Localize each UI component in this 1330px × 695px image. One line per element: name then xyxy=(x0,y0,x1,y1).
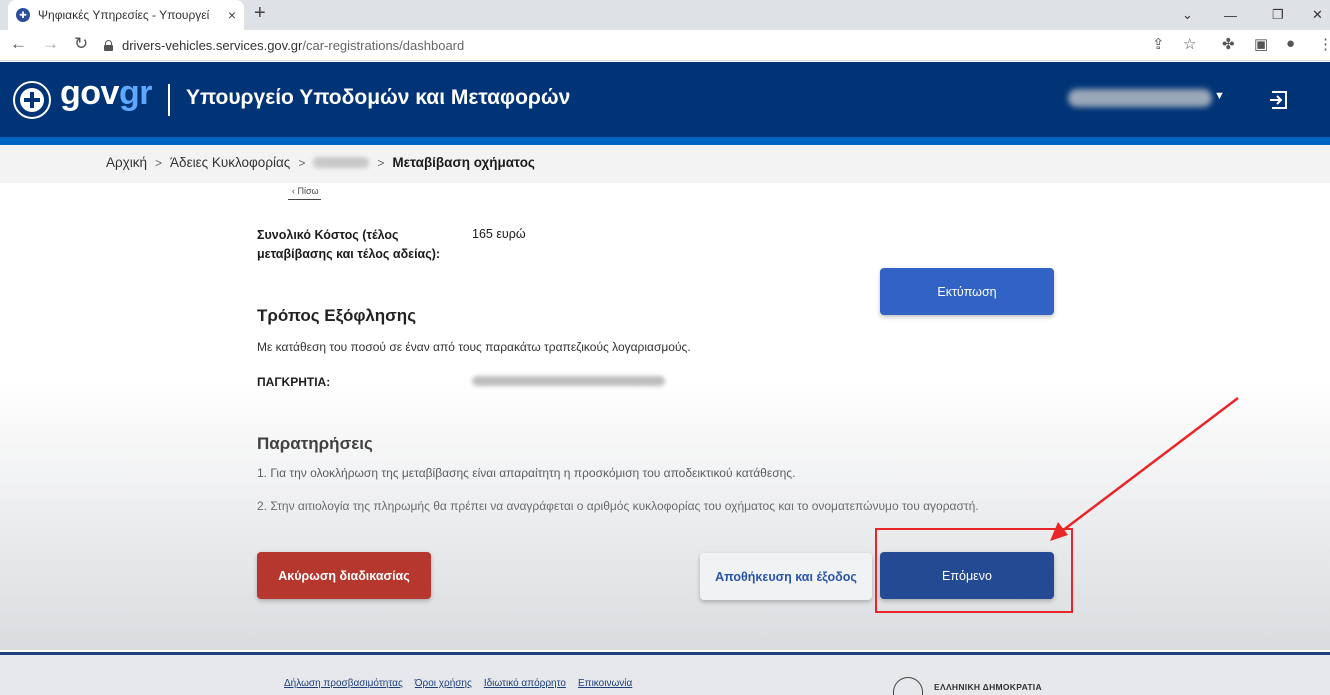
chevron-right-icon: > xyxy=(298,155,306,170)
chevron-right-icon: > xyxy=(155,155,163,170)
payment-method-title: Τρόπος Εξόφλησης xyxy=(257,306,417,325)
note-1: 1. Για την ολοκλήρωση της μεταβίβασης εί… xyxy=(257,466,796,480)
url-field[interactable]: drivers-vehicles.services.gov.gr/car-reg… xyxy=(104,33,1214,58)
breadcrumb-current: Μεταβίβαση οχήματος xyxy=(392,155,535,170)
breadcrumb-redacted[interactable] xyxy=(313,157,370,168)
video-fade-overlay xyxy=(0,380,1330,650)
browser-tab[interactable]: ✚ Ψηφιακές Υπηρεσίες - Υπουργεί × xyxy=(8,0,244,30)
chevron-right-icon: > xyxy=(377,155,385,170)
annotation-highlight-box xyxy=(875,528,1073,613)
tab-close-icon[interactable]: × xyxy=(228,7,236,23)
site-footer xyxy=(0,652,1330,695)
menu-dots-icon[interactable]: ⋮ xyxy=(1318,35,1330,53)
save-and-exit-button[interactable]: Αποθήκευση και έξοδος xyxy=(700,553,872,600)
total-cost-value: 165 ευρώ xyxy=(472,227,526,241)
browser-tab-bar: ✚ Ψηφιακές Υπηρεσίες - Υπουργεί × + ⌄ — … xyxy=(0,0,1330,30)
payment-method-text: Με κατάθεση του ποσού σε έναν από τους π… xyxy=(257,340,691,354)
header-stripe xyxy=(0,137,1330,145)
note-2: 2. Στην αιτιολογία της πληρωμής θα πρέπε… xyxy=(257,499,979,513)
url-path: /car-registrations/dashboard xyxy=(302,38,465,53)
address-bar: ← → ↻ drivers-vehicles.services.gov.gr/c… xyxy=(0,30,1330,61)
footer-link-privacy[interactable]: Ιδιωτικό απόρρητο xyxy=(484,678,566,689)
minimize-icon[interactable]: — xyxy=(1224,0,1237,30)
back-link[interactable]: ‹ Πίσω xyxy=(288,186,321,200)
lock-icon xyxy=(104,40,113,51)
window-close-icon[interactable]: ✕ xyxy=(1312,0,1323,30)
breadcrumb-licenses[interactable]: Άδειες Κυκλοφορίας xyxy=(170,155,290,170)
footer-link-accessibility[interactable]: Δήλωση προσβασιμότητας xyxy=(284,678,403,689)
footer-link-contact[interactable]: Επικοινωνία xyxy=(578,678,632,689)
footer-links: Δήλωση προσβασιμότητας Όροι χρήσης Ιδιωτ… xyxy=(284,678,632,689)
footer-brand: ΕΛΛΗΝΙΚΗ ΔΗΜΟΚΡΑΤΙΑ xyxy=(934,682,1042,692)
back-arrow-icon[interactable]: ← xyxy=(10,34,27,54)
share-icon[interactable]: ⇪ xyxy=(1152,35,1165,53)
breadcrumb: Αρχική > Άδειες Κυκλοφορίας > > Μεταβίβα… xyxy=(106,155,535,170)
side-panel-icon[interactable]: ▣ xyxy=(1254,35,1268,53)
notes-title: Παρατηρήσεις xyxy=(257,434,373,453)
bookmark-star-icon[interactable]: ☆ xyxy=(1183,35,1196,53)
ministry-title: Υπουργείο Υποδομών και Μεταφορών xyxy=(186,86,571,109)
total-cost-label: Συνολικό Κόστος (τέλος μεταβίβασης και τ… xyxy=(257,228,441,261)
reload-icon[interactable]: ↻ xyxy=(74,34,88,54)
iban-redacted xyxy=(472,376,665,386)
greek-emblem-icon[interactable] xyxy=(13,81,51,119)
logout-icon[interactable] xyxy=(1268,89,1290,111)
cancel-process-button[interactable]: Ακύρωση διαδικασίας xyxy=(257,552,431,599)
tab-search-icon[interactable]: ⌄ xyxy=(1182,0,1193,30)
user-name-redacted[interactable] xyxy=(1068,89,1212,107)
header-divider xyxy=(168,84,170,116)
footer-link-terms[interactable]: Όροι χρήσης xyxy=(415,678,472,689)
bank-label: ΠΑΓΚΡΗΤΙΑ: xyxy=(257,375,331,389)
govgr-logo[interactable]: govgr xyxy=(60,74,152,113)
new-tab-icon[interactable]: + xyxy=(254,2,266,25)
url-host: drivers-vehicles.services.gov.gr xyxy=(122,38,303,53)
tab-title: Ψηφιακές Υπηρεσίες - Υπουργεί xyxy=(38,8,210,22)
gov-favicon-icon: ✚ xyxy=(16,8,30,22)
print-button[interactable]: Εκτύπωση xyxy=(880,268,1054,315)
chevron-down-icon[interactable]: ▼ xyxy=(1214,90,1225,102)
profile-icon[interactable]: ● xyxy=(1286,35,1295,52)
forward-arrow-icon[interactable]: → xyxy=(42,34,59,54)
breadcrumb-home[interactable]: Αρχική xyxy=(106,155,147,170)
restore-icon[interactable]: ❐ xyxy=(1272,0,1284,30)
extensions-puzzle-icon[interactable]: ✤ xyxy=(1222,35,1235,53)
